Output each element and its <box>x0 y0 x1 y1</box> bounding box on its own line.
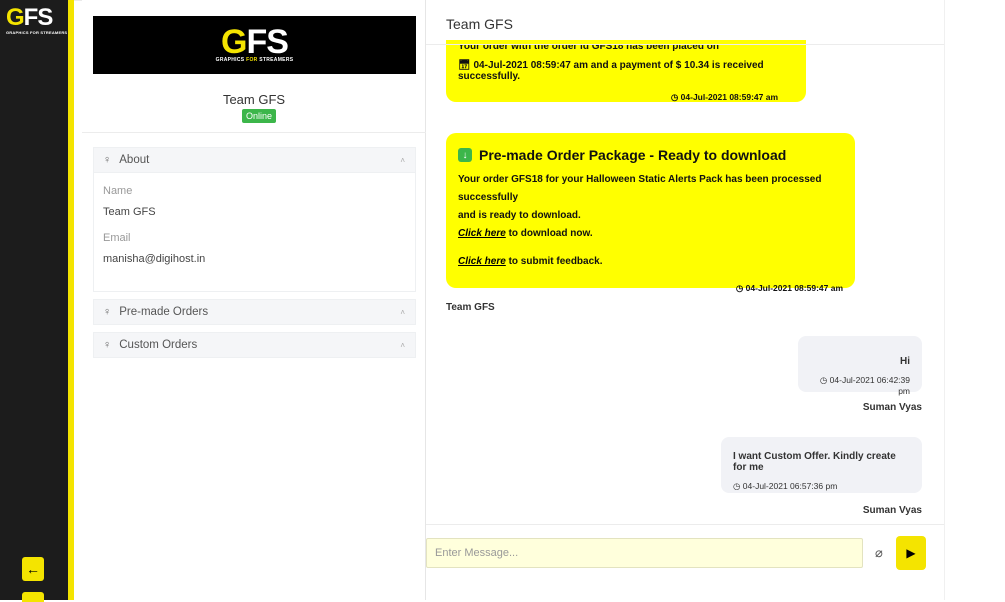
message-title: ↓ Pre-made Order Package - Ready to down… <box>458 147 843 163</box>
divider <box>82 132 426 133</box>
logo-letters: FS <box>23 4 54 31</box>
chat-footer-divider <box>426 524 944 525</box>
right-margin <box>944 0 1005 600</box>
chat-title: Team GFS <box>446 16 513 32</box>
feedback-row: Click here to submit feedback. <box>458 256 603 267</box>
email-value: manisha@digihost.in <box>103 253 206 265</box>
app-rail: GFS GRAPHICS FOR STREAMERS ← <box>0 0 68 602</box>
arrow-left-icon: ← <box>26 561 40 577</box>
name-label: Name <box>103 185 133 197</box>
paperclip-icon[interactable]: ⌀ <box>875 545 883 561</box>
download-row: Click here to download now. <box>458 228 593 239</box>
logo-letter-g: G <box>6 4 25 31</box>
send-icon: ▶ <box>906 546 916 560</box>
profile-name: Team GFS <box>222 92 286 107</box>
message-text: Your order with the order id GFS18 has b… <box>458 44 719 52</box>
message-time: ◷ 04-Jul-2021 08:59:47 am <box>735 283 843 293</box>
feedback-link[interactable]: Click here <box>458 256 506 267</box>
message-text: 📅︎ 04-Jul-2021 08:59:47 am and a payment… <box>458 60 764 82</box>
message-body: Your order GFS18 for your Halloween Stat… <box>458 174 822 203</box>
message-time: ◷ 04-Jul-2021 06:57:36 pm <box>733 481 838 491</box>
package-icon: ↓ <box>458 148 472 162</box>
accordion-custom-orders: ♀ Custom Orders ˄ <box>93 332 416 358</box>
accordion-about-body: Name Team GFS Email manisha@digihost.in <box>93 173 416 292</box>
message-hi: Hi ◷ 04-Jul-2021 06:42:39 pm <box>798 336 922 396</box>
message-input[interactable] <box>426 538 863 568</box>
banner-logo-g: G <box>221 23 247 61</box>
send-button[interactable]: ▶ <box>896 536 926 570</box>
user-icon: ♀ <box>103 306 112 318</box>
message-sender: Suman Vyas <box>862 505 922 516</box>
accordion-premade-orders: ♀ Pre-made Orders ˄ <box>93 299 416 325</box>
calendar-icon: 📅︎ <box>458 60 474 71</box>
clock-icon: ◷ <box>733 481 743 491</box>
message-premade-package: ↓ Pre-made Order Package - Ready to down… <box>446 133 855 293</box>
name-value: Team GFS <box>103 206 156 218</box>
chevron-up-icon: ˄ <box>400 155 405 165</box>
message-sender: Suman Vyas <box>862 402 922 413</box>
message-order-placed: Your order with the order id GFS18 has b… <box>446 40 806 102</box>
accordion-premade-header[interactable]: ♀ Pre-made Orders ˄ <box>93 299 416 325</box>
accordion-about-header[interactable]: ♀ About ˄ <box>93 147 416 173</box>
rail-tagline: GRAPHICS FOR STREAMERS <box>6 30 68 35</box>
message-sender: Team GFS <box>446 302 495 313</box>
rail-extra-button[interactable] <box>22 592 44 602</box>
chat-panel: Team GFS Your order with the order id GF… <box>426 0 944 600</box>
rail-logo[interactable]: GFS GRAPHICS FOR STREAMERS <box>6 4 68 44</box>
status-badge: Online <box>242 109 277 123</box>
user-icon: ♀ <box>103 154 112 166</box>
back-button[interactable]: ← <box>22 557 44 581</box>
clock-icon: ◷ <box>670 92 681 102</box>
user-icon: ♀ <box>103 339 112 351</box>
message-time: ◷ 04-Jul-2021 06:42:39 pm <box>819 375 910 396</box>
download-link[interactable]: Click here <box>458 228 506 239</box>
chevron-up-icon: ˄ <box>400 340 405 350</box>
clock-icon: ◷ <box>819 375 830 385</box>
message-body: and is ready to download. <box>458 210 581 221</box>
clock-icon: ◷ <box>735 283 746 293</box>
accordion-about: ♀ About ˄ Name Team GFS Email manisha@di… <box>93 147 416 292</box>
message-custom-offer: I want Custom Offer. Kindly create for m… <box>721 437 922 493</box>
profile-banner: GFS GRAPHICS FOR STREAMERS <box>93 16 416 74</box>
accordion-custom-header[interactable]: ♀ Custom Orders ˄ <box>93 332 416 358</box>
chat-header-divider <box>426 44 944 45</box>
banner-tagline: GRAPHICS FOR STREAMERS <box>215 57 294 63</box>
message-text: Hi <box>900 356 910 367</box>
accordion-title: Custom Orders <box>119 339 198 351</box>
accordion-title: Pre-made Orders <box>119 306 209 318</box>
message-text: I want Custom Offer. Kindly create for m… <box>733 451 896 473</box>
rail-accent-bar <box>68 0 74 600</box>
chevron-up-icon: ˄ <box>400 307 405 317</box>
email-label: Email <box>103 232 131 244</box>
message-time: ◷ 04-Jul-2021 08:59:47 am <box>670 92 778 102</box>
banner-logo-letters: FS <box>246 23 289 61</box>
profile-panel: GFS GRAPHICS FOR STREAMERS Team GFS Onli… <box>82 0 426 600</box>
accordion-title: About <box>119 154 150 166</box>
